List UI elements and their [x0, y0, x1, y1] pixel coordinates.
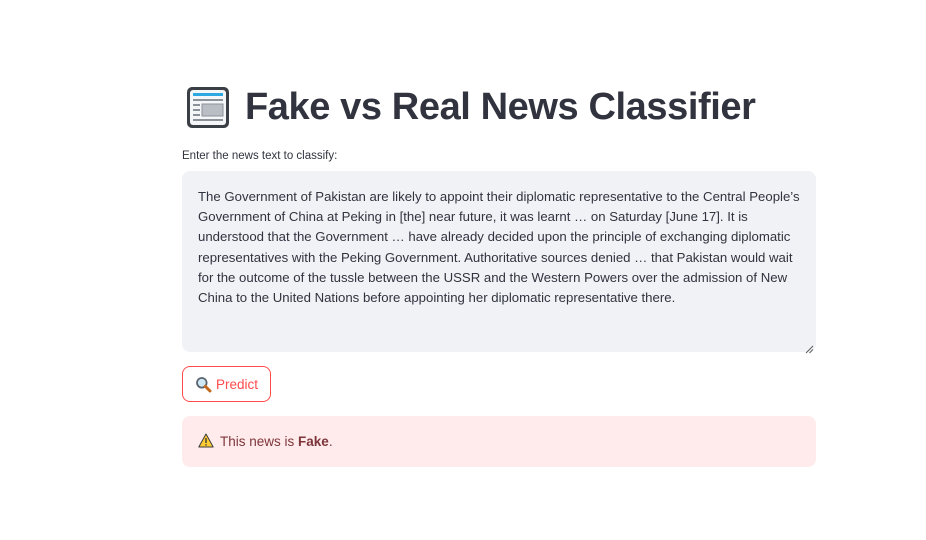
result-prefix: This news is: [220, 434, 299, 449]
predict-button-label: Predict: [215, 376, 259, 392]
news-text-label: Enter the news text to classify:: [182, 150, 338, 162]
news-text-input[interactable]: The Government of Pakistan are likely to…: [182, 171, 816, 352]
result-verdict: Fake: [298, 434, 329, 449]
resize-handle-icon[interactable]: [805, 341, 814, 354]
warning-icon: [198, 433, 214, 451]
predict-button[interactable]: Predict: [182, 366, 271, 402]
page-title: Fake vs Real News Classifier: [245, 85, 756, 128]
result-suffix: .: [328, 434, 333, 449]
result-alert: This news is Fake.: [182, 416, 816, 467]
news-textarea-container: The Government of Pakistan are likely to…: [182, 171, 816, 354]
result-message: This news is Fake.: [220, 434, 333, 449]
page-header: Fake vs Real News Classifier: [184, 82, 756, 132]
magnifying-glass-icon: [195, 376, 212, 393]
newspaper-icon: [184, 83, 232, 131]
